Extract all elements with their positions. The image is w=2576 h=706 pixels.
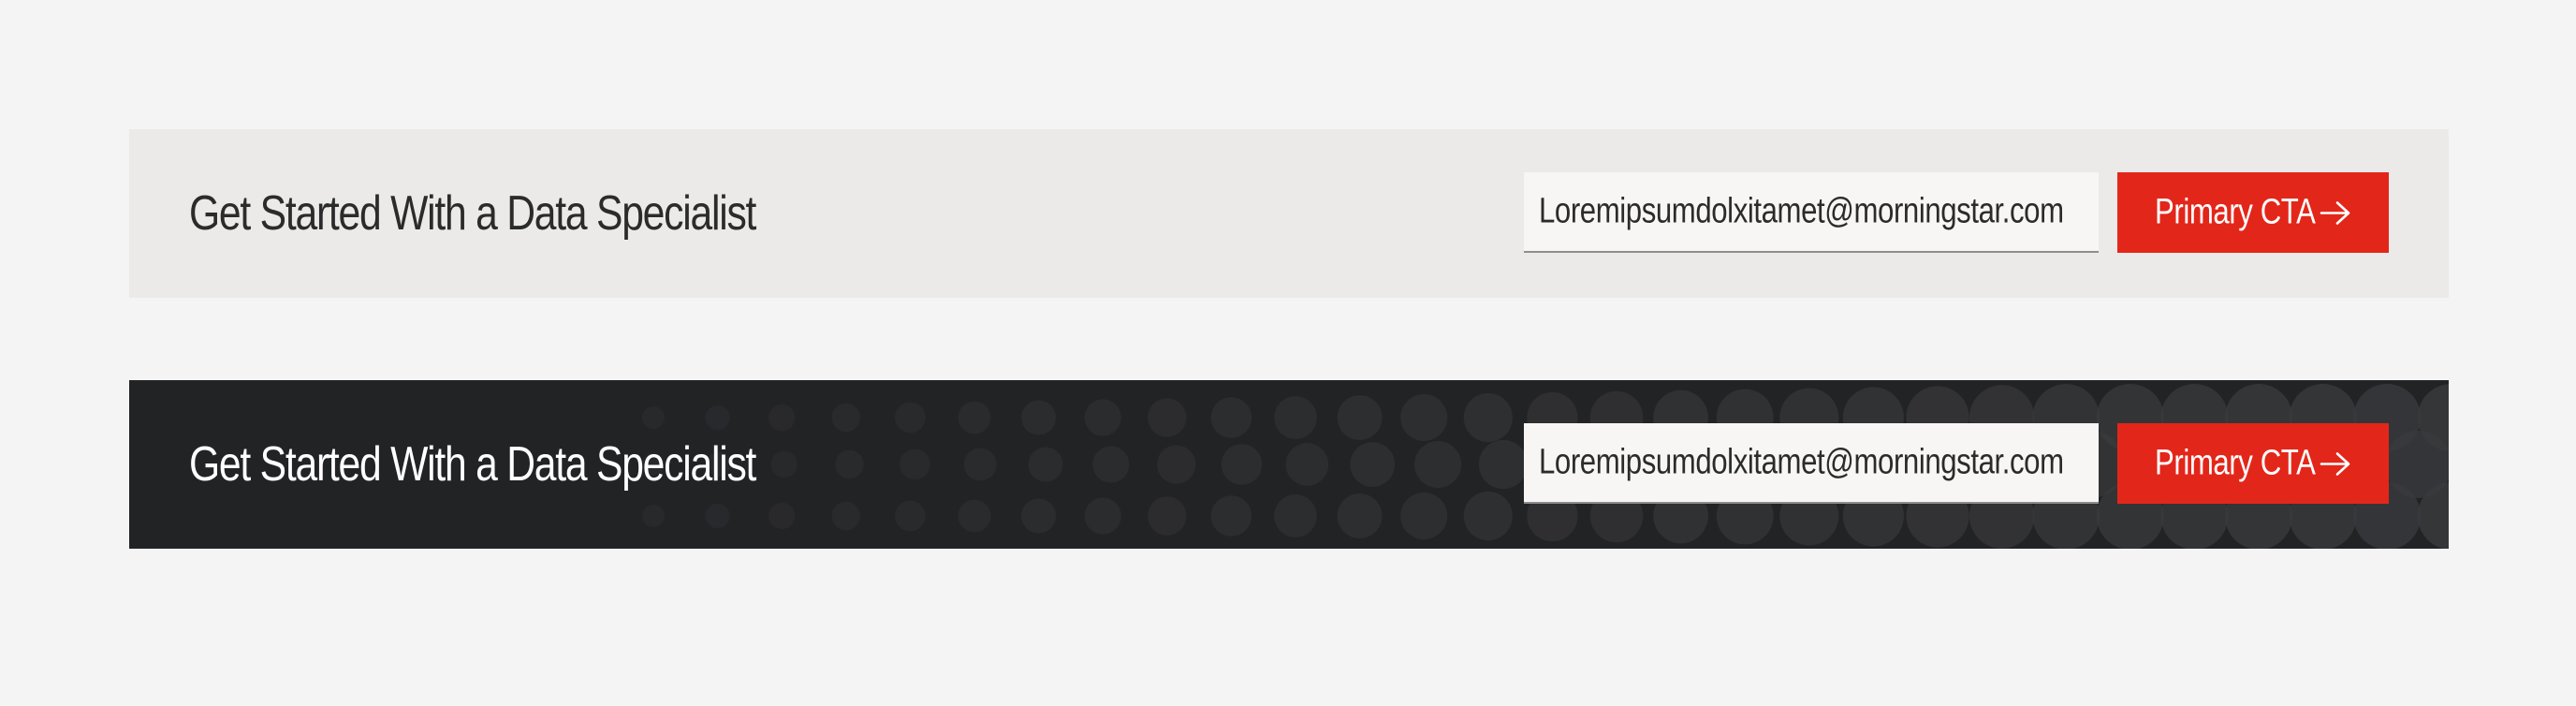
primary-cta-button[interactable]: Primary CTA	[2117, 172, 2389, 253]
email-field[interactable]: Loremipsumdolxitamet@morningstar.com	[1524, 172, 2099, 253]
pattern-dot	[1337, 493, 1383, 538]
pattern-dot	[2384, 431, 2449, 498]
pattern-dot	[768, 404, 796, 432]
primary-cta-label: Primary CTA	[2155, 192, 2316, 232]
pattern-dot	[1028, 447, 1063, 482]
pattern-dot	[958, 499, 991, 533]
pattern-dot	[831, 501, 861, 531]
pattern-dot	[2417, 482, 2449, 549]
pattern-dot	[1021, 400, 1057, 435]
pattern-dot	[1478, 439, 1528, 490]
pattern-dot	[1148, 398, 1187, 437]
pattern-dot	[705, 404, 730, 431]
pattern-dot	[1274, 494, 1317, 537]
pattern-dot	[1210, 495, 1252, 537]
pattern-dot	[642, 406, 665, 429]
pattern-dot	[895, 500, 926, 532]
pattern-dot	[1350, 442, 1396, 487]
email-signup-banner-light: Get Started With a Data Specialist Lorem…	[129, 129, 2449, 298]
pattern-dot	[895, 402, 926, 434]
primary-cta-label: Primary CTA	[2155, 443, 2316, 483]
primary-cta-content: Primary CTA	[2155, 193, 2351, 233]
pattern-dot	[1084, 497, 1121, 535]
email-signup-banner-dark: Get Started With a Data Specialist Lorem…	[129, 380, 2449, 549]
pattern-dot	[642, 505, 665, 527]
pattern-dot	[1285, 443, 1329, 486]
pattern-dot	[1400, 493, 1448, 539]
pattern-dot	[1210, 397, 1252, 438]
pattern-dot	[1084, 399, 1121, 436]
primary-cta-content: Primary CTA	[2155, 444, 2351, 484]
pattern-dot	[1337, 395, 1383, 440]
email-field-value: Loremipsumdolxitamet@morningstar.com	[1539, 191, 2064, 231]
banner-headline-text: Get Started With a Data Specialist	[189, 437, 756, 492]
pattern-dot	[831, 403, 861, 433]
pattern-dot	[1157, 445, 1196, 484]
arrow-right-icon	[2320, 200, 2350, 225]
pattern-dot	[1148, 496, 1187, 536]
pattern-dot	[2417, 384, 2449, 451]
pattern-dot	[958, 401, 991, 434]
banner-headline: Get Started With a Data Specialist	[189, 185, 880, 242]
pattern-dot	[1274, 396, 1317, 439]
pattern-dot	[1221, 444, 1263, 485]
pattern-dot	[900, 449, 930, 480]
pattern-dot	[1021, 498, 1057, 534]
arrow-right-icon	[2320, 451, 2350, 476]
pattern-dot	[1463, 392, 1513, 443]
pattern-dot	[1400, 394, 1448, 441]
pattern-dot	[768, 502, 796, 530]
pattern-dot	[705, 503, 730, 529]
banner-headline: Get Started With a Data Specialist	[189, 436, 880, 493]
primary-cta-button[interactable]: Primary CTA	[2117, 423, 2389, 504]
pattern-dot	[1092, 446, 1130, 483]
pattern-dot	[1414, 441, 1462, 488]
pattern-dot	[963, 448, 997, 481]
email-field-value: Loremipsumdolxitamet@morningstar.com	[1539, 442, 2064, 482]
email-field[interactable]: Loremipsumdolxitamet@morningstar.com	[1524, 423, 2099, 504]
pattern-dot	[1463, 491, 1513, 541]
banner-headline-text: Get Started With a Data Specialist	[189, 186, 756, 241]
